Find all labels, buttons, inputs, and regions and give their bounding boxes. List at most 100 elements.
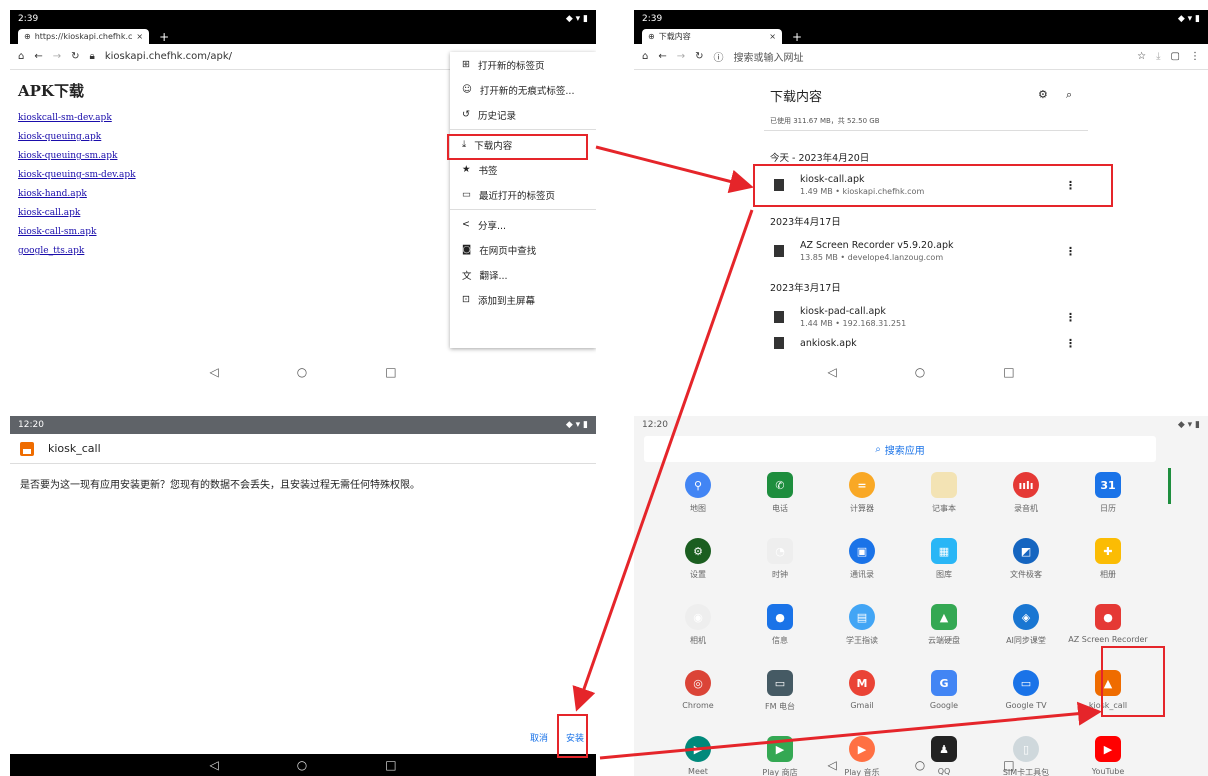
download-item[interactable]: AZ Screen Recorder v5.9.20.apk 13.85 MB •… xyxy=(770,234,1110,268)
url-text[interactable]: kioskapi.chefhk.com/apk/ xyxy=(105,51,232,62)
app-tile[interactable]: ⚲ 地图 xyxy=(658,472,738,514)
reload-icon[interactable]: ↻ xyxy=(71,51,79,62)
chrome-overflow-menu: ⊞ 打开新的标签页 ☺ 打开新的无痕式标签... ↺ 历史记录 ⤓ 下载内容 ★ 书签 ▭ 最近打开的… xyxy=(450,52,596,348)
app-tile[interactable]: ▭ FM 电台 xyxy=(740,670,820,712)
app-tile[interactable]: ✆ 电话 xyxy=(740,472,820,514)
home-nav-icon[interactable]: ○ xyxy=(915,365,925,379)
app-tile[interactable]: ▣ 通讯录 xyxy=(822,538,902,580)
browser-tab[interactable]: ⊕ https://kioskapi.chefhk.c × xyxy=(18,29,150,44)
menu-item[interactable]: ↺ 历史记录 xyxy=(450,102,596,127)
nav-bar: ◁ ○ □ xyxy=(634,361,1208,383)
menu-item[interactable]: ⊞ 打开新的标签页 xyxy=(450,52,596,77)
forward-icon[interactable]: → xyxy=(677,51,685,62)
app-label: Chrome xyxy=(682,701,714,710)
app-tile[interactable]: ● 信息 xyxy=(740,604,820,646)
back-nav-icon[interactable]: ◁ xyxy=(209,758,218,772)
item-menu-icon[interactable]: ⋮ xyxy=(1065,337,1076,350)
app-tile[interactable]: M Gmail xyxy=(822,670,902,710)
app-tile[interactable]: 31 日历 xyxy=(1068,472,1148,514)
home-nav-icon[interactable]: ○ xyxy=(297,758,307,772)
app-tile[interactable]: ● AZ Screen Recorder xyxy=(1068,604,1148,644)
back-icon[interactable]: ← xyxy=(34,51,42,62)
scrollbar[interactable] xyxy=(1168,468,1171,504)
item-menu-icon[interactable]: ⋮ xyxy=(1065,311,1076,324)
menu-item[interactable]: 文翻译... xyxy=(450,262,596,287)
app-label: AI同步课堂 xyxy=(1006,636,1046,645)
new-tab-icon[interactable]: + xyxy=(792,30,802,44)
forward-icon[interactable]: → xyxy=(53,51,61,62)
menu-item[interactable]: ⊡ 添加到主屏幕 xyxy=(450,287,596,312)
status-time: 12:20 xyxy=(18,420,44,430)
menu-item-label: 书签 xyxy=(478,165,498,177)
close-tab-icon[interactable]: × xyxy=(136,32,143,41)
status-time: 2:39 xyxy=(642,14,663,24)
home-nav-icon[interactable]: ○ xyxy=(297,365,307,379)
item-menu-icon[interactable]: ⋮ xyxy=(1065,245,1076,258)
share-icon: < xyxy=(462,219,470,230)
app-icon: ▲ xyxy=(931,604,957,630)
app-tile[interactable]: ◈ AI同步课堂 xyxy=(986,604,1066,646)
date-header: 今天 - 2023年4月20日 xyxy=(770,153,870,164)
app-icon: ◩ xyxy=(1013,538,1039,564)
app-tile[interactable]: ◉ 相机 xyxy=(658,604,738,646)
browser-apk-panel: 2:39 ◆ ▾ ▮ ⊕ https://kioskapi.chefhk.c × + … xyxy=(10,10,596,383)
recents-nav-icon[interactable]: □ xyxy=(385,758,396,772)
app-tile[interactable]: = 计算器 xyxy=(822,472,902,514)
recents-nav-icon[interactable]: □ xyxy=(385,365,396,379)
search-icon[interactable]: ⌕ xyxy=(1066,88,1072,102)
app-icon: ▤ xyxy=(849,604,875,630)
app-tile[interactable]: G Google xyxy=(904,670,984,710)
browser-tab[interactable]: ⊕ 下载内容 × xyxy=(642,29,782,44)
globe-icon: ⊕ xyxy=(648,32,655,41)
app-label: 图库 xyxy=(936,570,952,579)
tab-count-icon[interactable]: ▢ xyxy=(1171,51,1180,62)
app-tile[interactable]: ✚ 相册 xyxy=(1068,538,1148,580)
home-icon[interactable]: ⌂ xyxy=(642,51,648,62)
download-item[interactable]: ankiosk.apk ⋮ xyxy=(770,332,1110,354)
download-icon[interactable]: ⤓ xyxy=(1156,51,1160,62)
app-tile[interactable]: ◔ 时钟 xyxy=(740,538,820,580)
home-nav-icon[interactable]: ○ xyxy=(915,758,925,772)
menu-item[interactable]: < 分享... xyxy=(450,212,596,237)
back-icon[interactable]: ← xyxy=(658,51,666,62)
settings-icon[interactable]: ⚙ xyxy=(1038,88,1048,101)
app-search-bar[interactable]: ⌕ 搜索应用 xyxy=(644,436,1156,462)
home-icon[interactable]: ⌂ xyxy=(18,51,24,62)
status-icons: ◆ ▾ ▮ xyxy=(565,420,588,430)
app-icon: ▦ xyxy=(931,538,957,564)
app-tile[interactable]: ⚙ 设置 xyxy=(658,538,738,580)
menu-item[interactable]: ★ 书签 xyxy=(450,157,596,182)
back-nav-icon[interactable]: ◁ xyxy=(827,758,836,772)
more-icon[interactable]: ⋮ xyxy=(1190,51,1200,62)
nav-bar: ◁ ○ □ xyxy=(10,754,596,776)
app-tile[interactable]: ▤ 学王指读 xyxy=(822,604,902,646)
back-nav-icon[interactable]: ◁ xyxy=(209,365,218,379)
new-tab-icon[interactable]: + xyxy=(159,30,169,44)
cancel-button[interactable]: 取消 xyxy=(530,731,548,744)
highlight-kiosk-app xyxy=(1101,646,1165,717)
close-tab-icon[interactable]: × xyxy=(769,32,776,41)
back-nav-icon[interactable]: ◁ xyxy=(827,365,836,379)
reload-icon[interactable]: ↻ xyxy=(695,51,703,62)
app-icon: ▣ xyxy=(849,538,875,564)
file-icon xyxy=(774,311,784,323)
url-input[interactable]: 搜索或输入网址 xyxy=(734,49,804,64)
app-tile[interactable]: 记事本 xyxy=(904,472,984,514)
add-to-home-icon: ⊡ xyxy=(462,294,470,305)
menu-item[interactable]: ▭ 最近打开的标签页 xyxy=(450,182,596,207)
app-tile[interactable]: ▲ 云端硬盘 xyxy=(904,604,984,646)
menu-item[interactable]: ◙ 在网页中查找 xyxy=(450,237,596,262)
menu-item[interactable]: ☺ 打开新的无痕式标签... xyxy=(450,77,596,102)
app-tile[interactable]: ▦ 图库 xyxy=(904,538,984,580)
app-tile[interactable]: ıılı 录音机 xyxy=(986,472,1066,514)
app-label: 文件极客 xyxy=(1010,570,1042,579)
app-tile[interactable]: ◩ 文件极客 xyxy=(986,538,1066,580)
app-tile[interactable]: ◎ Chrome xyxy=(658,670,738,710)
recents-nav-icon[interactable]: □ xyxy=(1003,758,1014,772)
star-icon[interactable]: ☆ xyxy=(1137,51,1146,62)
app-label: AZ Screen Recorder xyxy=(1068,635,1148,644)
app-tile[interactable]: ▭ Google TV xyxy=(986,670,1066,710)
kiosk-app-icon xyxy=(20,441,34,456)
download-item[interactable]: kiosk-pad-call.apk 1.44 MB • 192.168.31.2… xyxy=(770,300,1110,334)
recents-nav-icon[interactable]: □ xyxy=(1003,365,1014,379)
